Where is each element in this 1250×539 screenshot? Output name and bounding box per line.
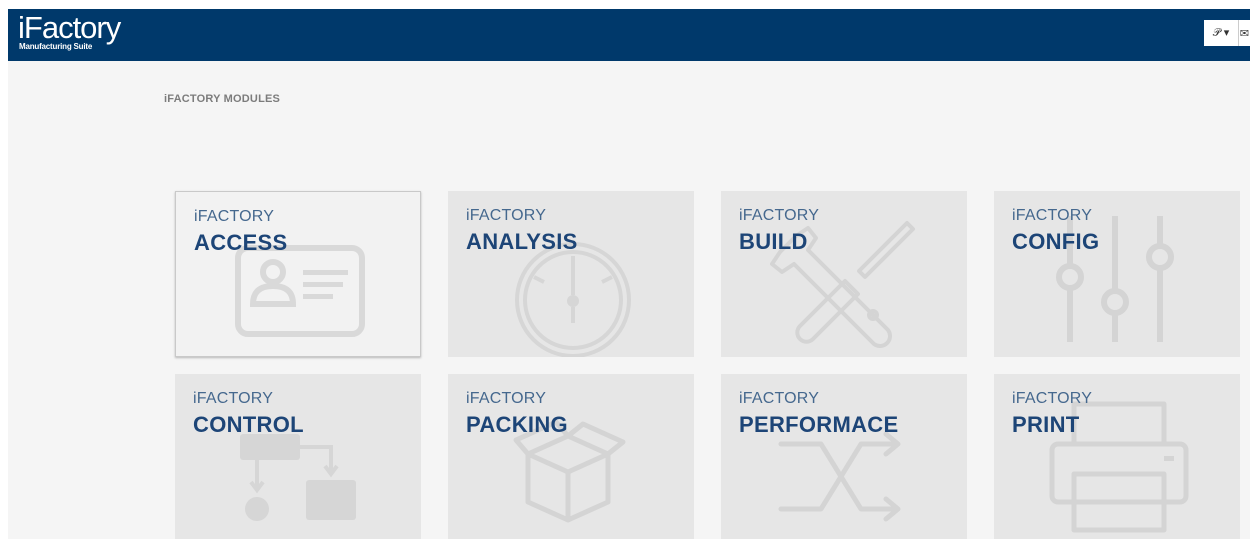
top-controls: 𝒫 ▾ ✉ xyxy=(1204,20,1250,46)
module-prefix: iFACTORY xyxy=(466,390,547,407)
module-name: PACKING xyxy=(466,412,568,437)
module-tile-config[interactable]: iFACTORY CONFIG xyxy=(994,191,1240,357)
user-menu-label: 𝒫 ▾ xyxy=(1212,27,1230,39)
module-prefix: iFACTORY xyxy=(466,207,547,224)
mail-button[interactable]: ✉ xyxy=(1239,20,1250,46)
module-name: PRINT xyxy=(1012,412,1080,437)
top-navbar: iFactory Manufacturing Suite 𝒫 ▾ ✉ xyxy=(8,9,1250,61)
module-name: BUILD xyxy=(739,229,808,254)
module-tile-access[interactable]: iFACTORY ACCESS xyxy=(175,191,421,357)
module-prefix: iFACTORY xyxy=(193,390,274,407)
module-name: CONTROL xyxy=(193,412,304,437)
module-tile-performace[interactable]: iFACTORY PERFORMACE xyxy=(721,374,967,539)
user-menu-button[interactable]: 𝒫 ▾ xyxy=(1204,20,1239,46)
module-prefix: iFACTORY xyxy=(739,390,820,407)
module-name: ACCESS xyxy=(194,230,288,255)
module-name: PERFORMACE xyxy=(739,412,899,437)
section-title: iFACTORY MODULES xyxy=(164,93,281,105)
module-prefix: iFACTORY xyxy=(194,208,275,225)
mail-icon: ✉ xyxy=(1239,27,1250,40)
module-name: ANALYSIS xyxy=(466,229,578,254)
module-tile-control[interactable]: iFACTORY CONTROL xyxy=(175,374,421,539)
ifactory-logo[interactable]: iFactory Manufacturing Suite xyxy=(18,9,121,51)
logo-subtitle: Manufacturing Suite xyxy=(19,42,93,51)
module-prefix: iFACTORY xyxy=(1012,390,1093,407)
module-prefix: iFACTORY xyxy=(1012,207,1093,224)
module-tile-packing[interactable]: iFACTORY PACKING xyxy=(448,374,694,539)
module-prefix: iFACTORY xyxy=(739,207,820,224)
module-tile-print[interactable]: iFACTORY PRINT xyxy=(994,374,1240,539)
module-name: CONFIG xyxy=(1012,229,1100,254)
module-tile-analysis[interactable]: iFACTORY ANALYSIS xyxy=(448,191,694,357)
module-tile-build[interactable]: iFACTORY BUILD xyxy=(721,191,967,357)
